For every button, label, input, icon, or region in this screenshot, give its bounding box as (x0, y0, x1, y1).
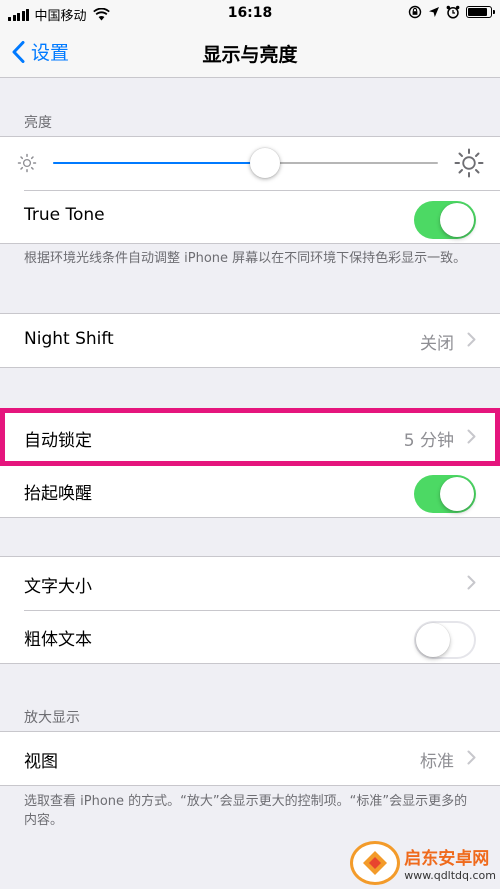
true-tone-switch[interactable] (414, 201, 476, 239)
bold-text-row: 粗体文本 (0, 610, 500, 663)
zoom-footer: 选取查看 iPhone 的方式。“放大”会显示更大的控制项。“标准”会显示更多的… (24, 794, 468, 828)
chevron-right-icon (467, 750, 476, 765)
rotation-lock-icon (408, 5, 422, 19)
brightness-slider-thumb[interactable] (249, 148, 280, 178)
true-tone-label: True Tone (24, 205, 105, 225)
watermark-name: 启东安卓网 (404, 849, 490, 869)
watermark-logo-icon (350, 841, 401, 885)
zoom-section-header: 放大显示 (24, 710, 80, 726)
brightness-group: True Tone (0, 136, 500, 244)
chevron-right-icon (467, 575, 476, 590)
night-shift-row[interactable]: Night Shift 关闭 (0, 314, 500, 367)
bold-text-label: 粗体文本 (24, 630, 92, 650)
sun-small-icon (17, 153, 37, 173)
lock-group: 自动锁定 5 分钟 抬起唤醒 (0, 410, 500, 518)
night-shift-label: Night Shift (24, 329, 114, 349)
page-title: 显示与亮度 (202, 44, 298, 66)
text-group: 文字大小 粗体文本 (0, 556, 500, 664)
auto-lock-row[interactable]: 自动锁定 5 分钟 (0, 411, 500, 464)
auto-lock-label: 自动锁定 (24, 431, 92, 451)
true-tone-row: True Tone (0, 190, 500, 243)
text-size-label: 文字大小 (24, 577, 92, 597)
sun-large-icon (454, 148, 484, 178)
brightness-section-header: 亮度 (24, 115, 52, 131)
watermark: 启东安卓网 www.qdltdq.com (350, 841, 496, 885)
chevron-right-icon (467, 332, 476, 347)
status-right (402, 5, 495, 19)
night-shift-value: 关闭 (420, 334, 454, 354)
view-value: 标准 (420, 752, 454, 772)
auto-lock-value: 5 分钟 (403, 431, 454, 451)
watermark-text: 启东安卓网 www.qdltdq.com (404, 844, 496, 882)
night-shift-group: Night Shift 关闭 (0, 313, 500, 368)
brightness-slider-fill (53, 162, 265, 164)
brightness-slider-row (0, 137, 500, 190)
brightness-slider[interactable] (53, 148, 438, 178)
status-bar: 中国移动 16:18 (0, 0, 500, 28)
alarm-clock-icon (446, 5, 460, 19)
watermark-url: www.qdltdq.com (404, 869, 496, 882)
text-size-row[interactable]: 文字大小 (0, 557, 500, 610)
raise-to-wake-row: 抬起唤醒 (0, 464, 500, 517)
bold-text-switch[interactable] (414, 621, 476, 659)
true-tone-footer: 根据环境光线条件自动调整 iPhone 屏幕以在不同环境下保持色彩显示一致。 (24, 251, 467, 266)
raise-to-wake-label: 抬起唤醒 (24, 484, 92, 504)
raise-to-wake-switch[interactable] (414, 475, 476, 513)
chevron-right-icon (467, 429, 476, 444)
view-row[interactable]: 视图 标准 (0, 732, 500, 785)
location-arrow-icon (429, 7, 439, 17)
navigation-bar: 设置 显示与亮度 (0, 28, 500, 78)
view-label: 视图 (24, 752, 58, 772)
zoom-group: 视图 标准 (0, 731, 500, 786)
battery-icon (466, 6, 495, 18)
